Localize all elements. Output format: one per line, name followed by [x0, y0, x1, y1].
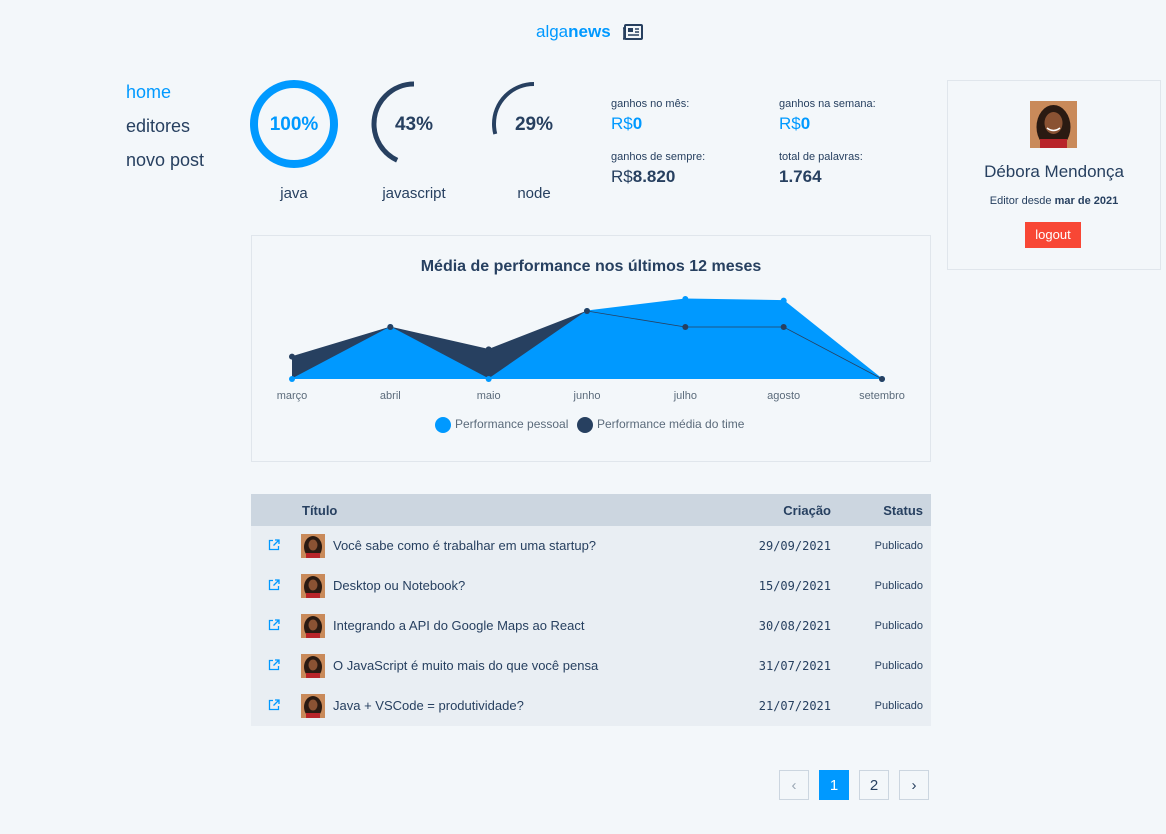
- data-point: [879, 376, 885, 382]
- data-point: [485, 346, 492, 353]
- words-total-value: 1.764: [779, 167, 822, 186]
- x-tick-label: maio: [477, 390, 501, 402]
- earnings-month-value: R$0: [611, 114, 643, 133]
- column-header-title[interactable]: Título: [302, 503, 337, 518]
- profile-name: Débora Mendonça: [984, 162, 1124, 181]
- nav-home[interactable]: home: [126, 82, 171, 103]
- data-point: [682, 324, 689, 330]
- profile-since: Editor desde mar de 2021: [989, 195, 1119, 207]
- table-row: Integrando a API do Google Maps ao React…: [251, 606, 931, 646]
- open-link-icon[interactable]: [268, 699, 280, 711]
- table-row: Desktop ou Notebook? 15/09/2021 Publicado: [251, 566, 931, 606]
- x-tick-label: setembro: [859, 390, 905, 402]
- post-date: 31/07/2021: [758, 659, 831, 673]
- open-link-icon[interactable]: [268, 539, 280, 551]
- earnings-week-value: R$0: [779, 114, 811, 133]
- data-point: [584, 308, 590, 314]
- prev-page-button[interactable]: ‹: [779, 770, 809, 800]
- table-row: Java + VSCode = produtividade? 21/07/2021…: [251, 686, 931, 726]
- legend-label: Performance pessoal: [455, 417, 568, 431]
- earnings-month-label: ganhos no mês:: [611, 98, 690, 110]
- x-tick-label: março: [277, 390, 308, 402]
- open-link-icon[interactable]: [268, 579, 280, 591]
- legend-swatch: [577, 417, 593, 433]
- post-status: Publicado: [874, 620, 923, 632]
- nav-novo-post[interactable]: novo post: [126, 150, 204, 171]
- earnings-all-label: ganhos de sempre:: [611, 151, 706, 163]
- legend-label: Performance média do time: [597, 417, 745, 431]
- post-title[interactable]: O JavaScript é muito mais do que você pe…: [333, 658, 598, 673]
- avatar: [301, 534, 325, 558]
- words-total-label: total de palavras:: [779, 151, 863, 163]
- chart-title: Média de performance nos últimos 12 mese…: [420, 258, 762, 275]
- x-tick-label: abril: [380, 390, 401, 402]
- performance-chart: março abril maio junho julho agosto setembro Pe…: [277, 296, 905, 433]
- page-button-2[interactable]: 2: [859, 770, 889, 800]
- x-tick-label: junho: [573, 390, 601, 402]
- next-page-button[interactable]: ›: [899, 770, 929, 800]
- post-title[interactable]: Desktop ou Notebook?: [333, 578, 465, 593]
- skill-name-javascript: javascript: [382, 185, 446, 202]
- earnings-week-label: ganhos na semana:: [779, 98, 876, 110]
- page-button-1[interactable]: 1: [819, 770, 849, 800]
- data-point: [780, 297, 787, 304]
- legend-swatch: [435, 417, 451, 433]
- skill-percent-java: 100%: [269, 114, 319, 135]
- post-status: Publicado: [874, 580, 923, 592]
- data-point: [387, 324, 394, 330]
- open-link-icon[interactable]: [268, 659, 280, 671]
- post-date: 29/09/2021: [758, 539, 831, 553]
- data-point: [289, 376, 295, 382]
- post-date: 15/09/2021: [758, 579, 831, 593]
- data-point: [289, 353, 295, 360]
- avatar: [301, 614, 325, 638]
- data-point: [682, 296, 689, 302]
- earnings-all-value: R$8.820: [611, 167, 676, 186]
- avatar: [301, 574, 325, 598]
- post-status: Publicado: [874, 540, 923, 552]
- table-header: Título Criação Status: [251, 494, 931, 526]
- post-title[interactable]: Você sabe como é trabalhar em uma startu…: [333, 538, 596, 553]
- open-link-icon[interactable]: [268, 619, 280, 631]
- x-tick-label: agosto: [767, 390, 800, 402]
- nav-editores[interactable]: editores: [126, 116, 190, 137]
- avatar: [301, 654, 325, 678]
- skill-percent-javascript: 43%: [394, 114, 434, 135]
- newspaper-icon: [623, 24, 643, 40]
- skill-name-java: java: [280, 185, 308, 202]
- column-header-status[interactable]: Status: [883, 503, 923, 518]
- post-status: Publicado: [874, 660, 923, 672]
- post-status: Publicado: [874, 700, 923, 712]
- logout-button[interactable]: logout: [1025, 222, 1081, 248]
- post-date: 30/08/2021: [758, 619, 831, 633]
- column-header-created[interactable]: Criação: [783, 503, 831, 518]
- post-title[interactable]: Java + VSCode = produtividade?: [333, 698, 524, 713]
- post-date: 21/07/2021: [758, 699, 831, 713]
- post-title[interactable]: Integrando a API do Google Maps ao React: [333, 618, 585, 633]
- avatar: [301, 694, 325, 718]
- x-tick-label: julho: [673, 390, 697, 402]
- data-point: [485, 376, 492, 382]
- avatar: [1030, 101, 1077, 148]
- data-point: [780, 324, 787, 330]
- table-row: O JavaScript é muito mais do que você pe…: [251, 646, 931, 686]
- logo[interactable]: alganews: [536, 22, 611, 42]
- skill-name-node: node: [517, 185, 551, 202]
- skill-percent-node: 29%: [514, 114, 554, 135]
- table-row: Você sabe como é trabalhar em uma startu…: [251, 526, 931, 566]
